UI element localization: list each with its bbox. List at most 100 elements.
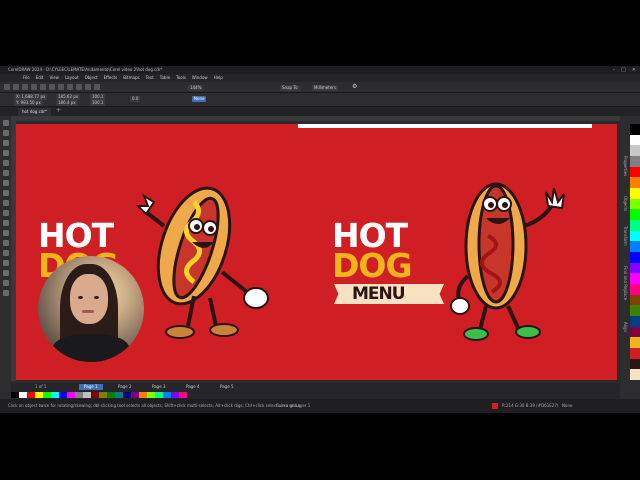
ellipse-tool-icon[interactable] bbox=[2, 190, 9, 196]
document-tab[interactable]: hot dog.cdr* bbox=[18, 108, 52, 116]
palette-swatch[interactable] bbox=[630, 369, 640, 381]
palette-swatch[interactable] bbox=[630, 188, 640, 199]
menu-item-tools[interactable]: Tools bbox=[173, 74, 189, 82]
page-tab-5[interactable]: Page 5 bbox=[215, 384, 239, 390]
document-palette-swatch[interactable] bbox=[91, 392, 99, 398]
redo-icon[interactable] bbox=[76, 84, 82, 90]
palette-swatch[interactable] bbox=[630, 262, 640, 274]
document-palette-swatch[interactable] bbox=[123, 392, 131, 398]
palette-swatch[interactable] bbox=[630, 305, 640, 317]
document-palette-swatch[interactable] bbox=[99, 392, 107, 398]
menu-item-help[interactable]: Help bbox=[211, 74, 226, 82]
close-icon[interactable]: ✕ bbox=[632, 66, 636, 74]
pick-tool-icon[interactable] bbox=[2, 120, 9, 126]
document-palette-swatch[interactable] bbox=[83, 392, 91, 398]
new-icon[interactable] bbox=[4, 84, 10, 90]
palette-swatch[interactable] bbox=[630, 326, 640, 338]
add-tool-icon[interactable] bbox=[2, 290, 9, 296]
palette-swatch[interactable] bbox=[630, 166, 640, 178]
transparency-icon[interactable] bbox=[2, 250, 9, 256]
print-icon[interactable] bbox=[31, 84, 37, 90]
right-dog-text[interactable]: DOG bbox=[332, 246, 413, 285]
scale-y-field[interactable]: 100.1 bbox=[90, 100, 106, 106]
document-palette-swatch[interactable] bbox=[163, 392, 171, 398]
menu-item-text[interactable]: Text bbox=[143, 74, 157, 82]
document-palette-swatch[interactable] bbox=[27, 392, 35, 398]
palette-swatch[interactable] bbox=[630, 230, 640, 242]
menu-item-table[interactable]: Table bbox=[157, 74, 173, 82]
horizontal-ruler[interactable] bbox=[11, 116, 620, 121]
document-palette-swatch[interactable] bbox=[179, 392, 187, 398]
palette-swatch[interactable] bbox=[630, 209, 640, 221]
left-hotdog-mascot[interactable] bbox=[134, 186, 274, 346]
polygon-tool-icon[interactable] bbox=[2, 200, 9, 206]
save-icon[interactable] bbox=[22, 84, 28, 90]
snap-to-dropdown[interactable]: Snap To bbox=[280, 85, 300, 91]
maximize-icon[interactable]: □ bbox=[621, 66, 626, 74]
menu-item-effects[interactable]: Effects bbox=[101, 74, 121, 82]
copy-icon[interactable] bbox=[49, 84, 55, 90]
zoom-tool-icon[interactable] bbox=[2, 150, 9, 156]
menu-item-view[interactable]: View bbox=[46, 74, 62, 82]
eyedropper-icon[interactable] bbox=[2, 260, 9, 266]
right-menu-text[interactable]: MENU bbox=[352, 284, 406, 304]
menu-item-edit[interactable]: Edit bbox=[33, 74, 47, 82]
palette-swatch[interactable] bbox=[630, 124, 640, 135]
palette-swatch[interactable] bbox=[630, 273, 640, 285]
shape-tool-icon[interactable] bbox=[2, 130, 9, 136]
menu-item-window[interactable]: Window bbox=[189, 74, 211, 82]
outline-width-field[interactable]: None bbox=[192, 96, 207, 102]
palette-swatch[interactable] bbox=[630, 358, 640, 370]
document-palette-swatch[interactable] bbox=[11, 392, 19, 398]
page-tab-1[interactable]: Page 1 bbox=[79, 384, 103, 390]
document-palette-swatch[interactable] bbox=[51, 392, 59, 398]
interactive-fill-icon[interactable] bbox=[2, 270, 9, 276]
undo-icon[interactable] bbox=[67, 84, 73, 90]
document-palette-swatch[interactable] bbox=[131, 392, 139, 398]
palette-swatch[interactable] bbox=[630, 337, 640, 349]
menu-item-file[interactable]: File bbox=[20, 74, 33, 82]
document-palette-swatch[interactable] bbox=[107, 392, 115, 398]
open-icon[interactable] bbox=[13, 84, 19, 90]
drop-shadow-icon[interactable] bbox=[2, 240, 9, 246]
palette-swatch[interactable] bbox=[630, 316, 640, 327]
palette-swatch[interactable] bbox=[630, 134, 640, 146]
rotation-angle-field[interactable]: 0.0 bbox=[130, 96, 141, 102]
document-palette-swatch[interactable] bbox=[139, 392, 147, 398]
units-dropdown[interactable]: Millimeters bbox=[312, 85, 339, 91]
document-palette-swatch[interactable] bbox=[115, 392, 123, 398]
cut-icon[interactable] bbox=[40, 84, 46, 90]
document-palette-swatch[interactable] bbox=[59, 392, 67, 398]
page-tab-2[interactable]: Page 2 bbox=[113, 384, 137, 390]
height-field[interactable]: 186.4 px bbox=[56, 100, 78, 106]
palette-swatch[interactable] bbox=[630, 252, 640, 263]
docker-tab-align[interactable]: Align bbox=[622, 322, 628, 332]
document-palette-swatch[interactable] bbox=[75, 392, 83, 398]
fill-swatch[interactable] bbox=[492, 403, 498, 409]
document-palette-swatch[interactable] bbox=[147, 392, 155, 398]
menu-item-layout[interactable]: Layout bbox=[62, 74, 82, 82]
freehand-tool-icon[interactable] bbox=[2, 160, 9, 166]
document-palette-swatch[interactable] bbox=[155, 392, 163, 398]
connector-tool-icon[interactable] bbox=[2, 230, 9, 236]
palette-swatch[interactable] bbox=[630, 294, 640, 306]
right-hotdog-mascot[interactable] bbox=[436, 176, 576, 346]
palette-swatch[interactable] bbox=[630, 156, 640, 167]
docker-tab-objects[interactable]: Objects bbox=[622, 196, 628, 211]
document-palette-swatch[interactable] bbox=[43, 392, 51, 398]
export-icon[interactable] bbox=[94, 84, 100, 90]
document-palette-swatch[interactable] bbox=[67, 392, 75, 398]
parallel-dimension-icon[interactable] bbox=[2, 220, 9, 226]
menu-item-object[interactable]: Object bbox=[82, 74, 101, 82]
document-palette-swatch[interactable] bbox=[19, 392, 27, 398]
document-palette-swatch[interactable] bbox=[171, 392, 179, 398]
document-palette-swatch[interactable] bbox=[35, 392, 43, 398]
menu-item-bitmaps[interactable]: Bitmaps bbox=[120, 74, 142, 82]
page-tab-3[interactable]: Page 3 bbox=[147, 384, 171, 390]
palette-swatch[interactable] bbox=[630, 220, 640, 231]
page-tab-4[interactable]: Page 4 bbox=[181, 384, 205, 390]
artistic-media-icon[interactable] bbox=[2, 170, 9, 176]
rectangle-tool-icon[interactable] bbox=[2, 180, 9, 186]
palette-swatch[interactable] bbox=[630, 177, 640, 189]
palette-swatch[interactable] bbox=[630, 241, 640, 253]
